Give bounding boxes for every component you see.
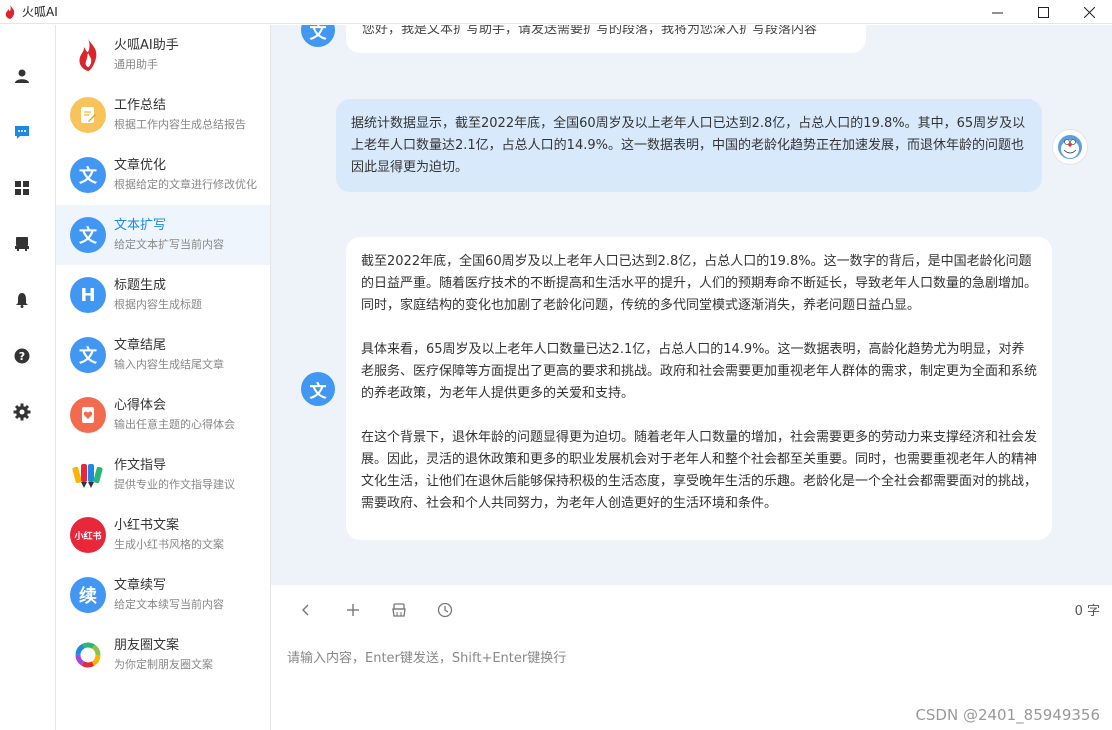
user-nav-button[interactable]	[10, 64, 34, 88]
flame-logo-icon	[70, 37, 106, 73]
assistant-subtitle: 为你定制朋友圈文案	[114, 658, 213, 671]
assistant-title: 心得体会	[114, 398, 167, 413]
gear-icon	[13, 403, 31, 421]
heart-notebook-icon	[70, 397, 106, 433]
help-icon: ?	[14, 348, 30, 364]
nav-rail: ?	[0, 25, 56, 730]
broom-icon	[392, 603, 406, 617]
bot-reply: 截至2022年底，全国60周岁及以上老年人口已达到2.8亿，占总人口的19.8%…	[346, 237, 1052, 540]
minimize-button[interactable]	[974, 0, 1020, 24]
assistant-subtitle: 通用助手	[114, 58, 158, 71]
assistant-item[interactable]: 小红书 小红书文案生成小红书风格的文案	[56, 505, 270, 565]
chevron-left-icon	[302, 604, 309, 616]
app-logo-icon	[1, 3, 19, 21]
assistant-avatar: 文	[70, 337, 106, 373]
bot-avatar: 文	[301, 372, 335, 406]
assistant-item[interactable]: 文 文章优化根据给定的文章进行修改优化	[56, 145, 270, 205]
intro-text: 您好，我是文本扩写助手，请发送需要扩写的段落，我将为您深入扩写段落内容	[362, 25, 818, 37]
assistant-title: 文章续写	[114, 578, 167, 593]
assistant-avatar: H	[70, 277, 106, 313]
store-icon	[15, 237, 29, 251]
assistant-title: 作文指导	[114, 458, 167, 473]
reply-paragraph: 截至2022年底，全国60周岁及以上老年人口已达到2.8亿，占总人口的19.8%…	[361, 254, 1038, 313]
composer: 0 字 CSDN @2401_85949356	[271, 585, 1112, 730]
assistant-avatar: 文	[70, 157, 106, 193]
assistant-title: 文章结尾	[114, 338, 167, 353]
grid-icon	[15, 181, 29, 195]
assistant-title: 朋友圈文案	[114, 638, 180, 653]
close-button[interactable]	[1066, 0, 1112, 24]
assistant-item[interactable]: 心得体会输出任意主题的心得体会	[56, 385, 270, 445]
window-title: 火呱AI	[22, 5, 58, 19]
assistant-title: 工作总结	[114, 98, 167, 113]
minimize-icon	[991, 12, 1003, 13]
notifications-nav-button[interactable]	[10, 288, 34, 312]
assistant-subtitle: 生成小红书风格的文案	[114, 538, 224, 551]
assistant-item[interactable]: 火呱AI助手 通用助手	[56, 25, 270, 85]
chat-nav-button[interactable]	[10, 120, 34, 144]
assistant-title: 小红书文案	[114, 518, 180, 533]
chat-area: 文 您好，我是文本扩写助手，请发送需要扩写的段落，我将为您深入扩写段落内容 据统…	[271, 25, 1112, 585]
close-icon	[1083, 6, 1095, 18]
assistant-title: 文本扩写	[114, 218, 167, 233]
title-bar: 火呱AI	[0, 0, 1112, 24]
assistant-subtitle: 根据工作内容生成总结报告	[114, 118, 246, 131]
apps-nav-button[interactable]	[10, 176, 34, 200]
assistant-item-active[interactable]: 文 文本扩写给定文本扩写当前内容	[56, 205, 270, 265]
svg-text:?: ?	[19, 350, 25, 363]
settings-nav-button[interactable]	[10, 400, 34, 424]
note-icon	[70, 97, 106, 133]
assistant-subtitle: 输入内容生成结尾文章	[114, 358, 224, 371]
assistant-item[interactable]: 续 文章续写给定文本续写当前内容	[56, 565, 270, 625]
watermark: CSDN @2401_85949356	[915, 706, 1100, 724]
assistant-title: 标题生成	[114, 278, 167, 293]
maximize-icon	[1037, 6, 1049, 18]
assistant-subtitle: 根据给定的文章进行修改优化	[114, 178, 257, 191]
assistant-avatar: 文	[70, 217, 106, 253]
new-chat-button[interactable]	[342, 599, 364, 621]
assistant-title: 火呱AI助手	[114, 38, 179, 53]
assistant-subtitle: 提供专业的作文指导建议	[114, 478, 235, 491]
user-icon	[15, 69, 29, 83]
assistant-item[interactable]: 文 文章结尾输入内容生成结尾文章	[56, 325, 270, 385]
bot-avatar: 文	[301, 25, 335, 47]
help-nav-button[interactable]: ?	[10, 344, 34, 368]
assistant-subtitle: 根据内容生成标题	[114, 298, 202, 311]
assistant-subtitle: 输出任意主题的心得体会	[114, 418, 235, 431]
pencils-icon	[70, 457, 106, 493]
assistant-item[interactable]: 作文指导提供专业的作文指导建议	[56, 445, 270, 505]
user-avatar	[1052, 129, 1088, 165]
history-button[interactable]	[434, 599, 456, 621]
store-nav-button[interactable]	[10, 232, 34, 256]
back-button[interactable]	[295, 599, 317, 621]
assistant-item[interactable]: 工作总结根据工作内容生成总结报告	[56, 85, 270, 145]
maximize-button[interactable]	[1020, 0, 1066, 24]
intro-message: 您好，我是文本扩写助手，请发送需要扩写的段落，我将为您深入扩写段落内容	[346, 25, 866, 53]
clock-icon	[437, 602, 453, 618]
doraemon-avatar-icon	[1058, 135, 1082, 159]
reply-paragraph: 在这个背景下，退休年龄的问题显得更为迫切。随着老年人口数量的增加，社会需要更多的…	[361, 430, 1038, 511]
assistant-avatar: 续	[70, 577, 106, 613]
bell-icon	[16, 293, 28, 308]
assistant-title: 文章优化	[114, 158, 167, 173]
reply-paragraph: 具体来看，65周岁及以上老年人口数量已达2.1亿，占总人口的14.9%。这一数据…	[361, 342, 1038, 401]
assistant-list: 火呱AI助手 通用助手 工作总结根据工作内容生成总结报告 文 文章优化根据给定的文…	[56, 25, 271, 730]
user-message: 据统计数据显示，截至2022年底，全国60周岁及以上老年人口已达到2.8亿，占总…	[336, 99, 1042, 192]
xiaohongshu-logo-icon: 小红书	[70, 517, 106, 553]
plus-icon	[347, 604, 359, 616]
chat-icon	[15, 126, 29, 139]
user-message-text: 据统计数据显示，截至2022年底，全国60周岁及以上老年人口已达到2.8亿，占总…	[351, 116, 1026, 175]
assistant-item[interactable]: H 标题生成根据内容生成标题	[56, 265, 270, 325]
moments-logo-icon	[70, 637, 106, 673]
char-count: 0 字	[1074, 604, 1100, 619]
assistant-subtitle: 给定文本扩写当前内容	[114, 238, 224, 251]
assistant-item[interactable]: 朋友圈文案为你定制朋友圈文案	[56, 625, 270, 685]
message-input[interactable]	[283, 643, 1093, 713]
assistant-subtitle: 给定文本续写当前内容	[114, 598, 224, 611]
clear-button[interactable]	[388, 599, 410, 621]
